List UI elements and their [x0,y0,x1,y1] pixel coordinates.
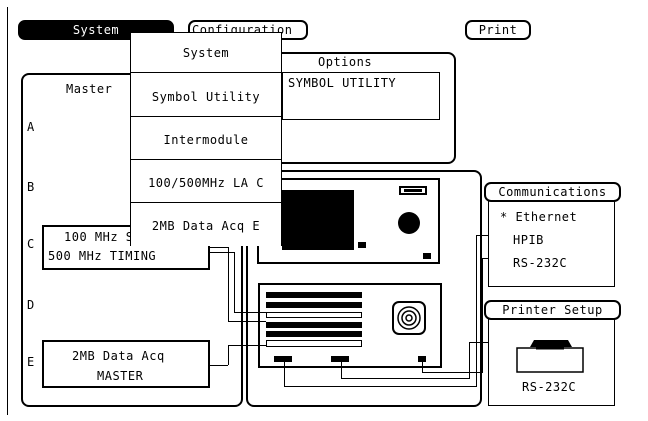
options-title: Options [318,55,373,69]
wire-e-h2 [228,345,266,346]
wire-c-h4 [234,312,266,313]
slot-d-label: D [27,298,35,312]
print-button-label: Print [478,23,518,37]
slot-a-label: A [27,120,35,134]
wire-p1-h [284,386,476,387]
wire-p1-v [284,362,285,386]
printer-setup-button[interactable]: Printer Setup [484,300,621,320]
slot-b-label: B [27,180,35,194]
card-slot-6 [266,340,362,347]
menu-item-la-c[interactable]: 100/500MHz LA C [131,163,281,203]
system-tab-label: System [72,23,120,37]
comm-hpib[interactable]: HPIB [513,233,544,247]
wire-p2-v [341,362,342,378]
knob [398,212,420,234]
slot-e-card-line1: 2MB Data Acq [72,349,165,363]
wire-p2-h [341,378,469,379]
fan-icon [392,301,426,335]
communications-button[interactable]: Communications [484,182,621,202]
slot-e-label: E [27,355,35,369]
slot-c-label: C [27,237,35,251]
printer-setup-button-label: Printer Setup [502,303,603,317]
menu-item-data-acq-e[interactable]: 2MB Data Acq E [131,206,281,246]
card-slot-1 [266,292,362,298]
print-button[interactable]: Print [465,20,531,40]
front-foot-left [358,242,366,248]
menu-item-symbol-utility[interactable]: Symbol Utility [131,77,281,117]
wire-c-h1 [210,247,228,248]
wire-c-v2 [234,252,235,312]
printer-icon [516,340,584,373]
menu-item-intermodule[interactable]: Intermodule [131,120,281,160]
card-slot-3 [266,312,362,318]
options-value[interactable]: SYMBOL UTILITY [288,76,396,90]
wire-e-h1 [210,365,228,366]
wire-p2-v2 [469,342,470,379]
menu-item-system[interactable]: System [131,33,281,73]
card-slot-2 [266,302,362,308]
card-slot-5 [266,331,362,337]
wire-c-h2 [228,321,266,322]
wire-p3-v2 [482,258,483,373]
slot-c-card-line2: 500 MHz TIMING [48,249,157,263]
card-slot-4 [266,322,362,328]
wire-p3-h [422,372,482,373]
system-dropdown-menu: System Symbol Utility Intermodule 100/50… [130,32,282,246]
front-foot-right [423,253,431,259]
comm-ethernet[interactable]: * Ethernet [500,210,577,224]
slot-e-card-line2: MASTER [97,369,144,383]
wire-c-h3 [210,252,234,253]
wire-p3-v [422,362,423,372]
wire-p1-h2 [476,235,488,236]
wire-c-v1 [228,247,229,321]
display-screen [282,190,354,250]
communications-button-label: Communications [498,185,607,199]
master-title: Master [66,82,113,96]
port-1 [274,356,292,362]
comm-rs232c[interactable]: RS-232C [513,256,567,270]
disk-drive-slot-inner [404,189,422,192]
port-2 [331,356,349,362]
printer-port: RS-232C [522,380,577,394]
wire-e-v1 [228,345,229,365]
wire-p1-v2 [476,235,477,387]
